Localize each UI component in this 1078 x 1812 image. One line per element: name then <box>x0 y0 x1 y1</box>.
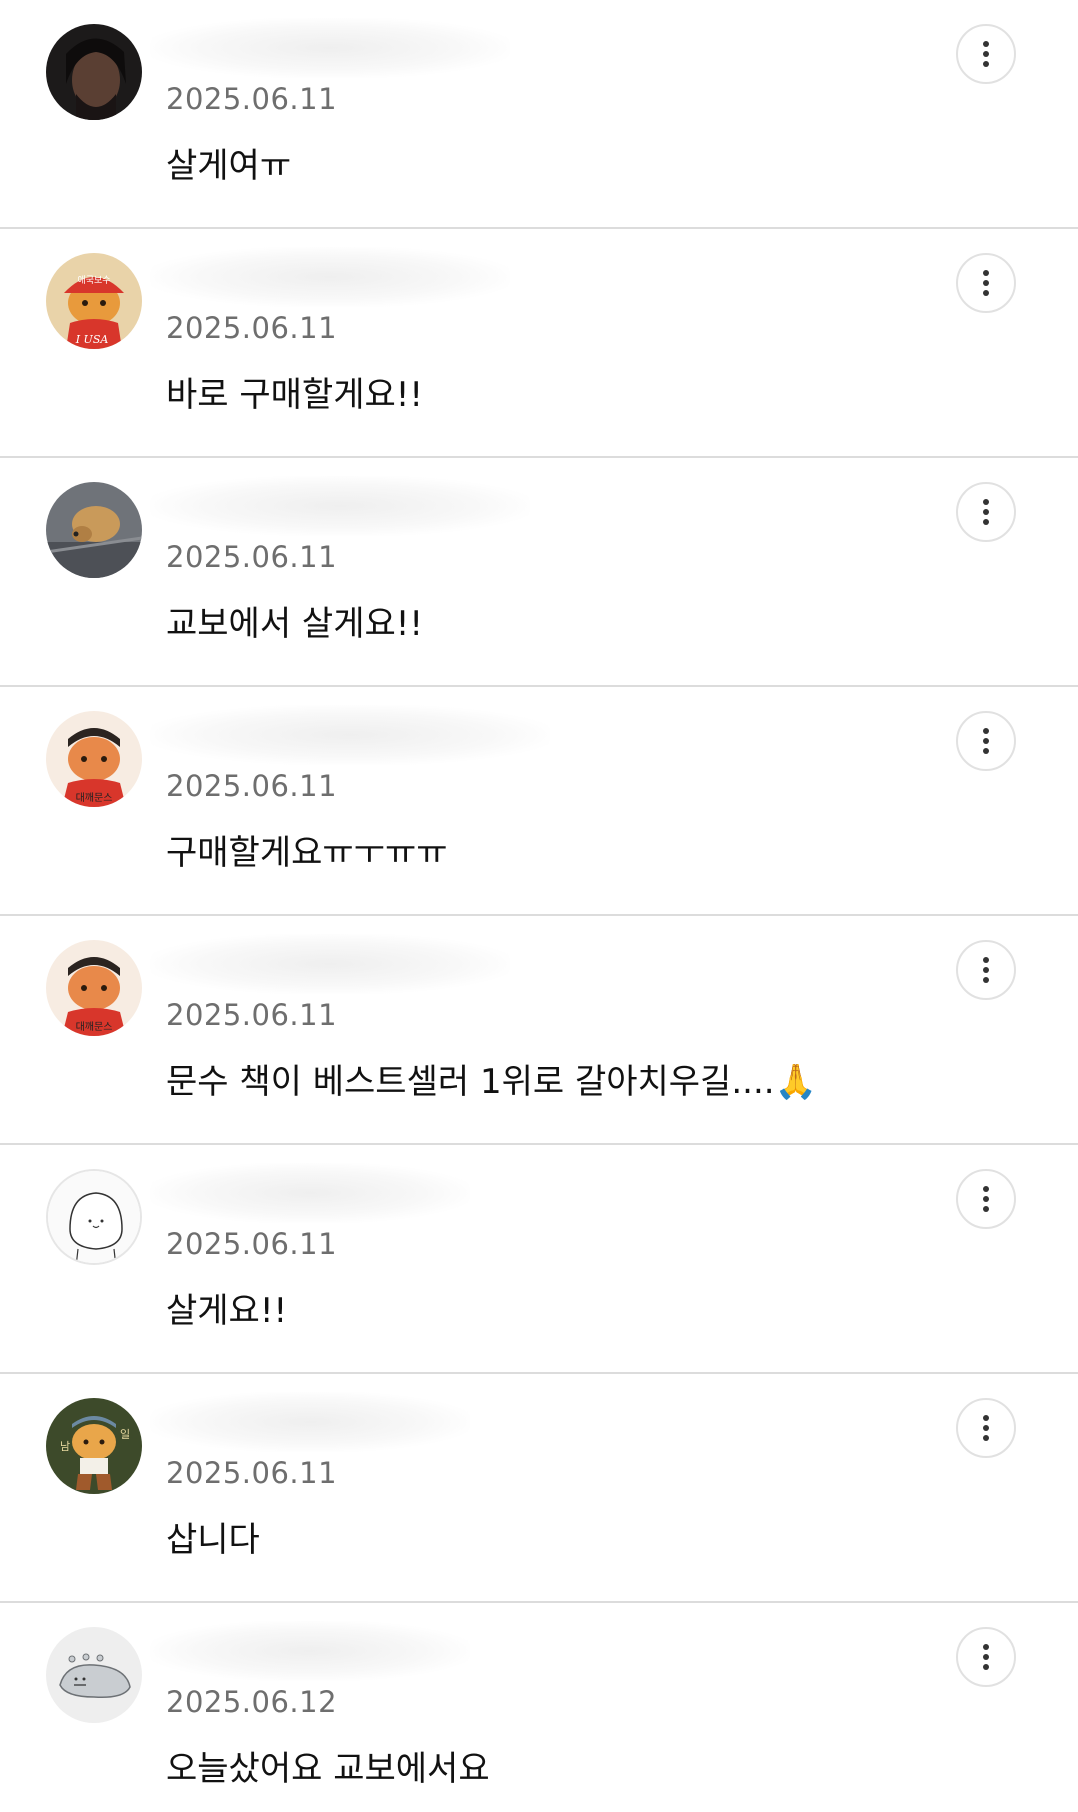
gray-lizard-character-icon <box>46 1627 142 1723</box>
cat-hanbok-icon: 대깨문스 <box>46 711 142 807</box>
comment-text: 삽니다 <box>166 1520 260 1560</box>
more-vertical-icon <box>983 1415 989 1441</box>
comment-date: 2025.06.11 <box>166 1227 338 1261</box>
comment-date: 2025.06.11 <box>166 311 338 345</box>
more-options-button[interactable] <box>956 253 1016 313</box>
cat-hanbok-icon: 대깨문스 <box>46 940 142 1036</box>
comment-text: 구매할게요ㅠㅜㅠㅠ <box>166 833 448 873</box>
comment-date: 2025.06.11 <box>166 82 338 116</box>
comment-date: 2025.06.11 <box>166 769 338 803</box>
avatar[interactable]: 남 일 <box>46 1398 142 1494</box>
more-vertical-icon <box>983 41 989 67</box>
avatar[interactable] <box>46 482 142 578</box>
avatar[interactable] <box>46 24 142 120</box>
comment-item: 남 일 2025.06.11 삽니다 <box>0 1374 1078 1603</box>
avatar[interactable] <box>46 1627 142 1723</box>
more-vertical-icon <box>983 957 989 983</box>
more-vertical-icon <box>983 1644 989 1670</box>
username-redacted <box>150 1621 470 1681</box>
comment-text: 교보에서 살게요!! <box>166 604 424 644</box>
avatar-label: 대깨문스 <box>76 792 113 804</box>
comment-text: 오늘샀어요 교보에서요 <box>166 1749 490 1789</box>
comment-date: 2025.06.11 <box>166 998 338 1032</box>
more-options-button[interactable] <box>956 940 1016 1000</box>
more-options-button[interactable] <box>956 711 1016 771</box>
more-options-button[interactable] <box>956 24 1016 84</box>
comment-text: 살게요!! <box>166 1291 288 1331</box>
more-vertical-icon <box>983 1186 989 1212</box>
comment-item: 2025.06.11 살게요!! <box>0 1145 1078 1374</box>
comment-text: 바로 구매할게요!! <box>166 375 424 415</box>
comment-date: 2025.06.11 <box>166 1456 338 1490</box>
username-redacted <box>150 247 510 307</box>
username-redacted <box>150 1163 470 1223</box>
username-redacted <box>150 18 510 78</box>
cap-text: 애국보수 <box>77 275 110 286</box>
more-vertical-icon <box>983 270 989 296</box>
more-options-button[interactable] <box>956 1169 1016 1229</box>
dog-photo-icon <box>46 482 142 578</box>
man-portrait-icon <box>46 24 142 120</box>
avatar-label-left: 남 <box>60 1440 70 1453</box>
comment-item: 대깨문스 2025.06.11 문수 책이 베스트셀러 1위로 갈아치우길...… <box>0 916 1078 1145</box>
avatar[interactable]: 애국보수 I USA <box>46 253 142 349</box>
comment-list: 2025.06.11 살게여ㅠ 애국보수 I USA 2025.06.11 바로… <box>0 0 1078 1812</box>
comment-date: 2025.06.11 <box>166 540 338 574</box>
avatar[interactable]: 대깨문스 <box>46 940 142 1036</box>
shirt-text: I USA <box>75 333 109 346</box>
cat-character-icon: 남 일 <box>46 1398 142 1494</box>
comment-item: 2025.06.11 교보에서 살게요!! <box>0 458 1078 687</box>
comment-text: 살게여ㅠ <box>166 146 292 186</box>
white-blob-character-icon <box>48 1171 140 1263</box>
more-options-button[interactable] <box>956 1398 1016 1458</box>
comment-item: 2025.06.12 오늘샀어요 교보에서요 <box>0 1603 1078 1812</box>
username-redacted <box>150 705 550 765</box>
avatar[interactable] <box>46 1169 142 1265</box>
username-redacted <box>150 934 510 994</box>
avatar-label-right: 일 <box>120 1427 130 1441</box>
avatar-label: 대깨문스 <box>76 1021 113 1033</box>
username-redacted <box>150 476 530 536</box>
comment-item: 애국보수 I USA 2025.06.11 바로 구매할게요!! <box>0 229 1078 458</box>
cat-usa-cap-icon: 애국보수 I USA <box>46 253 142 349</box>
more-vertical-icon <box>983 499 989 525</box>
comment-item: 대깨문스 2025.06.11 구매할게요ㅠㅜㅠㅠ <box>0 687 1078 916</box>
more-options-button[interactable] <box>956 1627 1016 1687</box>
comment-text: 문수 책이 베스트셀러 1위로 갈아치우길....🙏 <box>166 1062 817 1102</box>
username-redacted <box>150 1392 470 1452</box>
comment-item: 2025.06.11 살게여ㅠ <box>0 0 1078 229</box>
more-vertical-icon <box>983 728 989 754</box>
comment-date: 2025.06.12 <box>166 1685 338 1719</box>
more-options-button[interactable] <box>956 482 1016 542</box>
avatar[interactable]: 대깨문스 <box>46 711 142 807</box>
